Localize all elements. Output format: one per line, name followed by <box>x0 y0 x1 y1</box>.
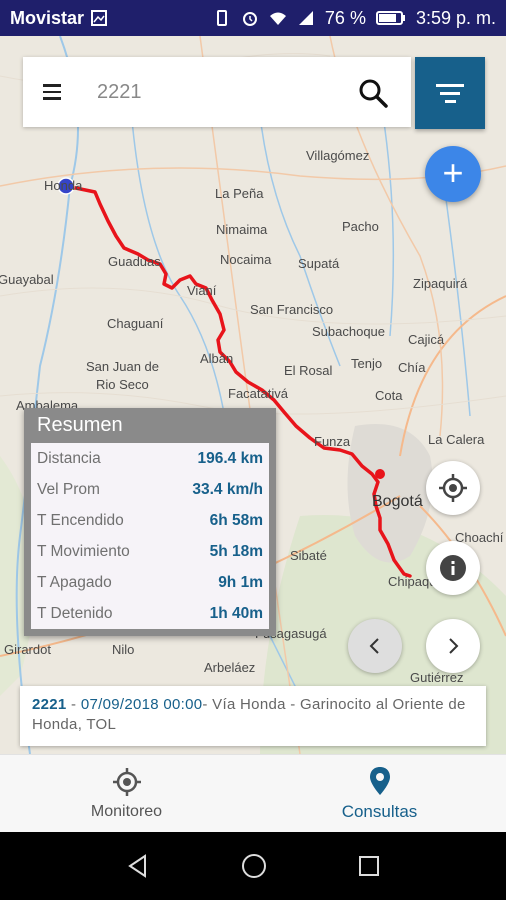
route-waypoint <box>375 469 385 479</box>
summary-row: Distancia 196.4 km <box>31 443 269 474</box>
place-label: La Peña <box>215 186 264 201</box>
summary-value: 196.4 km <box>197 449 264 467</box>
separator: - <box>202 696 208 713</box>
place-label: Chía <box>398 360 426 375</box>
summary-label: Vel Prom <box>37 480 100 498</box>
info-button[interactable] <box>426 541 480 595</box>
place-label: Guayabal <box>0 272 54 287</box>
summary-value: 5h 18m <box>209 542 263 560</box>
place-label: San Francisco <box>250 302 334 317</box>
summary-label: T Detenido <box>37 604 113 622</box>
signal-icon <box>298 11 313 25</box>
next-button[interactable] <box>426 619 480 673</box>
clock: 3:59 p. m. <box>415 7 496 28</box>
back-icon[interactable] <box>125 853 151 879</box>
place-label: La Calera <box>428 432 485 447</box>
info-icon <box>440 555 466 581</box>
summary-label: T Encendido <box>37 511 124 529</box>
place-label: Nimaima <box>216 222 268 237</box>
summary-row: T Movimiento 5h 18m <box>31 536 269 567</box>
search-input[interactable] <box>95 79 319 105</box>
summary-title: Resumen <box>37 414 123 436</box>
place-label: Albán <box>200 351 234 366</box>
vibrate-icon <box>216 10 227 26</box>
place-label: Villagómez <box>306 148 370 163</box>
place-label: Rio Seco <box>96 377 149 392</box>
add-button[interactable]: + <box>425 146 481 202</box>
summary-value: 33.4 km/h <box>192 480 263 498</box>
crosshair-icon <box>112 768 141 796</box>
place-label: Girardot <box>4 642 51 657</box>
summary-value: 1h 40m <box>209 604 263 622</box>
place-label: Chaguaní <box>107 316 164 331</box>
wifi-icon <box>269 12 286 25</box>
place-label: Pacho <box>342 219 379 234</box>
place-label: Nocaima <box>220 252 272 267</box>
route-time: 00:00 <box>163 696 203 713</box>
image-notification-icon <box>91 10 108 26</box>
place-label: El Rosal <box>284 363 333 378</box>
place-label: Cota <box>375 388 403 403</box>
summary-row: T Apagado 9h 1m <box>31 567 269 598</box>
route-date: 07/09/2018 <box>80 696 159 713</box>
nav-label: Monitoreo <box>90 803 163 820</box>
place-label: Tenjo <box>351 356 383 371</box>
place-label: Arbeláez <box>204 660 256 675</box>
summary-value: 6h 58m <box>209 511 263 529</box>
summary-value: 9h 1m <box>218 573 263 591</box>
place-label: Bogotá <box>372 493 423 510</box>
carrier-name: Movistar <box>10 7 85 28</box>
place-label: Supatá <box>298 256 340 271</box>
summary-table: Distancia 196.4 km Vel Prom 33.4 km/h T En… <box>31 443 269 629</box>
place-label: Funza <box>314 434 351 449</box>
summary-label: T Movimiento <box>37 542 130 560</box>
crosshair-icon <box>439 474 467 502</box>
place-label: Subachoque <box>312 324 386 339</box>
alarm-icon <box>242 12 257 26</box>
system-navigation-bar <box>0 832 506 900</box>
place-label: Honda <box>44 178 83 193</box>
separator: - <box>71 696 77 713</box>
chevron-right-icon <box>449 638 459 654</box>
place-label: Sibaté <box>290 548 327 563</box>
summary-row: Vel Prom 33.4 km/h <box>31 474 269 505</box>
my-location-button[interactable] <box>426 461 480 515</box>
filter-icon <box>436 83 464 87</box>
summary-panel: Resumen Distancia 196.4 km Vel Prom 33.4 k… <box>24 408 276 636</box>
home-icon[interactable] <box>240 852 268 880</box>
bottom-navigation: Monitoreo Consultas <box>0 754 506 833</box>
recents-icon[interactable] <box>357 854 381 878</box>
location-pin-icon <box>369 767 390 795</box>
filter-button[interactable] <box>415 57 485 129</box>
nav-consultas[interactable]: Consultas <box>253 755 506 833</box>
search-icon[interactable] <box>357 77 389 109</box>
place-label: San Juan de <box>86 359 160 374</box>
search-bar <box>23 57 411 127</box>
place-label: Guaduas <box>108 254 161 269</box>
status-bar: Movistar 76 % 3:59 p. m. <box>0 0 506 36</box>
menu-icon[interactable] <box>43 77 73 107</box>
summary-label: Distancia <box>37 449 101 467</box>
previous-button[interactable] <box>348 619 402 673</box>
nav-label: Consultas <box>341 802 418 821</box>
battery-icon <box>375 11 405 25</box>
summary-row: T Detenido 1h 40m <box>31 598 269 629</box>
summary-label: T Apagado <box>37 573 112 591</box>
battery-percent: 76 % <box>324 7 366 28</box>
vehicle-id: 2221 <box>32 696 67 713</box>
nav-monitoreo[interactable]: Monitoreo <box>0 755 253 833</box>
place-label: Zipaquirá <box>413 276 468 291</box>
place-label: Nilo <box>112 642 135 657</box>
place-label: Facatativá <box>228 386 288 401</box>
place-label: Vianí <box>187 283 217 298</box>
place-label: Cajicá <box>408 332 445 347</box>
summary-row: T Encendido 6h 58m <box>31 505 269 536</box>
route-info-card[interactable]: 2221 - 07/09/2018 00:00- Vía Honda - Gar… <box>20 686 486 746</box>
chevron-left-icon <box>369 638 379 654</box>
